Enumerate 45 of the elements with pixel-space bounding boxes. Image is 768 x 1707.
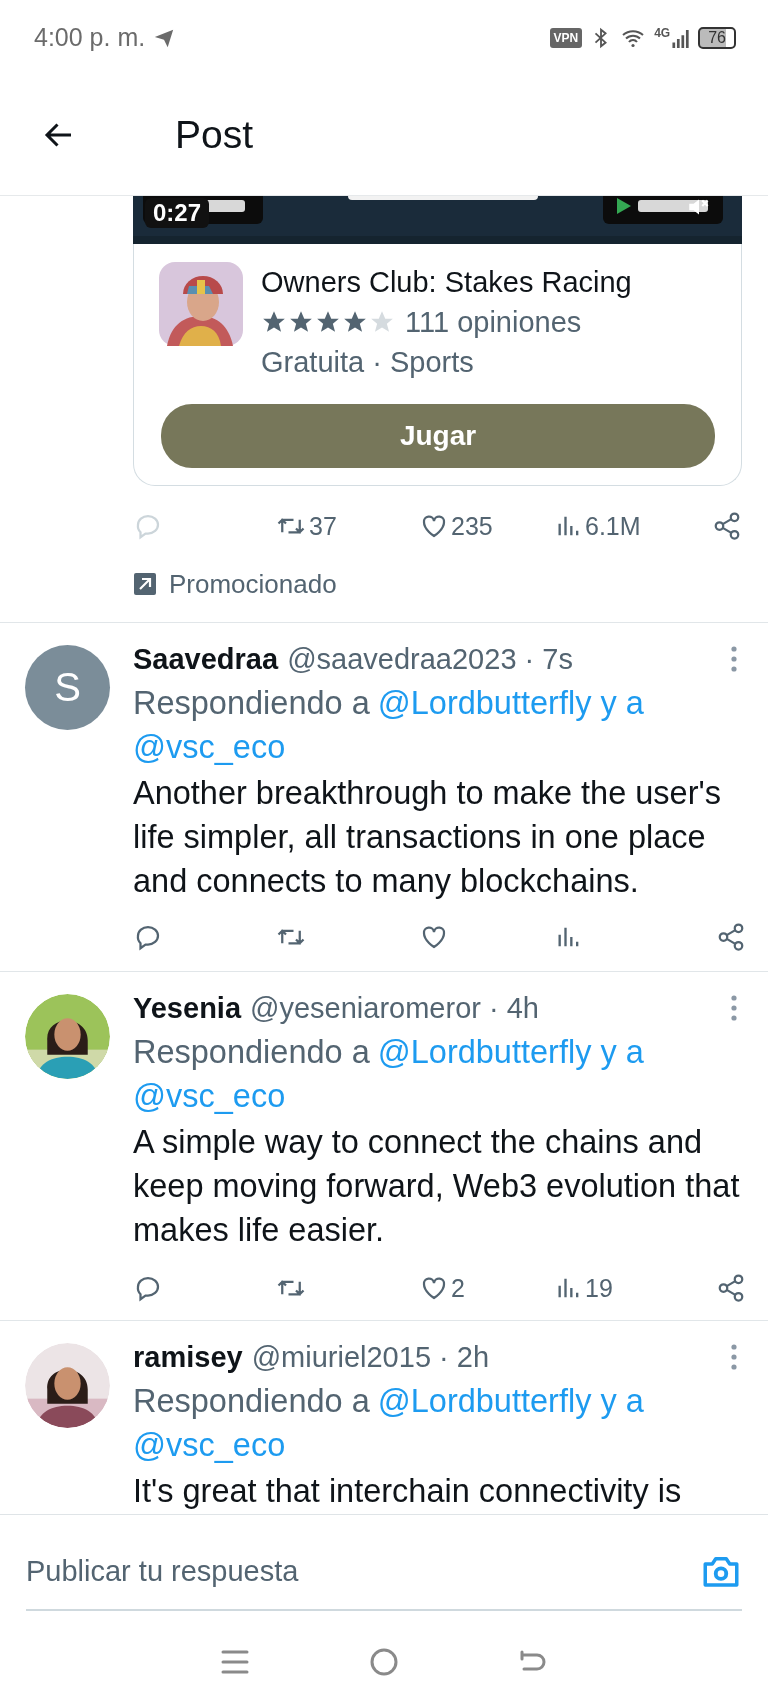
repost-button[interactable]: 37	[275, 511, 419, 541]
views-count: 19	[585, 1273, 613, 1304]
share-button[interactable]	[716, 1273, 746, 1303]
reply-text: A simple way to connect the chains and keep moving forward, Web3 evolution that makes life easier.	[133, 1123, 741, 1250]
handle-and-time: @yeseniaromeror · 4h	[250, 991, 539, 1026]
vpn-badge: VPN	[549, 27, 583, 48]
user-name[interactable]: Yesenia	[133, 986, 242, 1030]
share-icon	[716, 1273, 746, 1303]
app-category: Gratuita · Sports	[261, 345, 475, 380]
video-duration: 0:27	[145, 198, 210, 228]
reply-text: It's great that interchain connectivity is	[133, 1472, 683, 1511]
share-icon	[712, 511, 742, 541]
review-count: 111 opiniones	[405, 305, 582, 340]
app-name: Owners Club: Stakes Racing	[261, 265, 632, 300]
reply-text: Another breakthrough to make the user's life simpler, all transactions in one place and connects to many blockchains.	[133, 774, 722, 901]
replying-label: Respondiendo a	[133, 1033, 370, 1072]
home-icon[interactable]	[369, 1647, 399, 1677]
more-options-icon[interactable]	[730, 994, 738, 1022]
promoted-label: Promocionado	[169, 568, 337, 600]
share-button[interactable]	[712, 511, 742, 541]
replying-label: Respondiendo a	[133, 684, 370, 723]
like-count: 235	[451, 511, 493, 541]
share-button[interactable]	[716, 922, 746, 952]
repost-count: 37	[309, 511, 337, 541]
network-label: 4G	[654, 26, 671, 40]
replying-label: Respondiendo a	[133, 1382, 370, 1421]
reply-field[interactable]: Publicar tu respuesta	[26, 1554, 700, 1588]
avatar[interactable]: S	[25, 645, 110, 730]
battery-indicator: 76	[698, 26, 736, 49]
clock: 4:00 p. m.	[34, 23, 146, 52]
user-name[interactable]: Saavedraa	[133, 637, 279, 681]
play-button[interactable]: Jugar	[161, 404, 715, 468]
more-options-icon[interactable]	[730, 645, 738, 673]
like-button[interactable]: 2	[419, 1266, 555, 1310]
share-icon	[716, 922, 746, 952]
user-name[interactable]: ramisey	[133, 1335, 243, 1379]
page-title: Post	[175, 113, 254, 157]
like-button[interactable]: 235	[419, 511, 555, 541]
handle-and-time: @miuriel2015 · 2h	[251, 1340, 490, 1375]
views-count: 6.1M	[585, 511, 641, 541]
views-button[interactable]: 6.1M	[555, 511, 683, 541]
more-options-icon[interactable]	[730, 1343, 738, 1371]
like-count: 2	[451, 1273, 465, 1304]
handle-and-time: @saavedraa2023 · 7s	[287, 642, 573, 677]
views-button[interactable]: 19	[555, 1266, 683, 1310]
